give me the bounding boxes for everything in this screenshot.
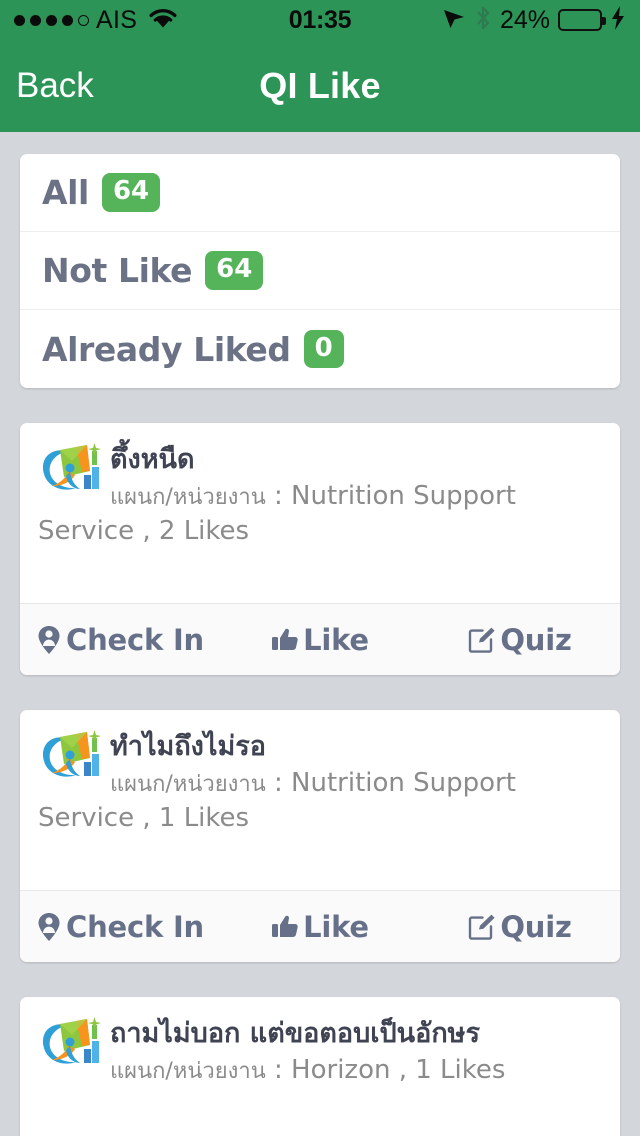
qi-item-body: ตึ้งหนืด แผนก/หน่วยงาน : Nutrition Suppo… [20,423,620,603]
qi-item-actions: Check In Like Quiz [20,603,620,675]
filter-label: Not Like [42,251,193,290]
pencil-square-icon [468,913,496,941]
check-in-button[interactable]: Check In [20,891,220,962]
carrier-label: AIS [96,5,138,34]
back-button[interactable]: Back [0,66,94,106]
qi-item-actions: Check In Like Quiz [20,890,620,962]
filter-count-badge: 64 [101,173,161,212]
qi-item-meta: แผนก/หน่วยงาน : Nutrition Support Servic… [38,766,602,836]
like-label: Like [303,622,369,657]
check-in-label: Check In [65,909,204,944]
battery-percent-label: 24% [499,5,550,34]
lightning-bolt-icon [610,5,626,35]
quiz-label: Quiz [500,622,572,657]
qi-item-card[interactable]: ถามไม่บอก แต่ขอตอบเป็นอักษร แผนก/หน่วยงา… [20,997,620,1136]
like-button[interactable]: Like [220,604,420,675]
page-title: QI Like [259,65,381,106]
wifi-icon [148,7,178,33]
filter-count-badge: 0 [303,329,344,369]
scroll-content[interactable]: All 64 Not Like 64 Already Liked 0 ตึ้งห… [0,132,640,1136]
quiz-button[interactable]: Quiz [420,604,620,675]
status-bar: AIS 01:35 24% [0,0,640,40]
map-marker-person-icon [36,625,62,655]
filter-count-badge: 64 [205,251,264,290]
thumbs-up-icon [271,914,299,940]
like-label: Like [303,909,369,944]
filter-item-all[interactable]: All 64 [20,154,620,232]
check-in-button[interactable]: Check In [20,604,220,675]
bluetooth-icon [474,5,492,35]
qi-item-body: ทำไมถึงไม่รอ แผนก/หน่วยงาน : Nutrition S… [20,710,620,890]
quiz-label: Quiz [500,909,572,944]
qi-item-title: ตึ้งหนืด [110,444,195,475]
qi-item-title: ถามไม่บอก แต่ขอตอบเป็นอักษร [110,1018,480,1049]
like-button[interactable]: Like [220,891,420,962]
qi-item-meta: แผนก/หน่วยงาน : Nutrition Support Servic… [38,479,602,549]
filter-item-not-like[interactable]: Not Like 64 [20,232,620,310]
qi-item-card[interactable]: ทำไมถึงไม่รอ แผนก/หน่วยงาน : Nutrition S… [20,710,620,962]
qi-app-logo-icon [38,1015,104,1071]
location-arrow-icon [442,6,466,34]
navigation-bar: Back QI Like [0,40,640,132]
qi-item-dept-label: แผนก/หน่วยงาน [110,1058,266,1084]
qi-item-card[interactable]: ตึ้งหนืด แผนก/หน่วยงาน : Nutrition Suppo… [20,423,620,675]
qi-item-meta-text: : Horizon , 1 Likes [265,1054,506,1085]
pencil-square-icon [468,626,496,654]
battery-icon [558,9,606,31]
qi-app-logo-icon [38,728,104,784]
qi-item-dept-label: แผนก/หน่วยงาน [110,484,266,510]
qi-item-dept-label: แผนก/หน่วยงาน [110,771,266,797]
status-bar-left: AIS [14,6,178,35]
status-bar-right: 24% [442,5,626,35]
qi-item-meta: แผนก/หน่วยงาน : Horizon , 1 Likes [38,1053,602,1088]
signal-strength-icon [14,14,89,26]
quiz-button[interactable]: Quiz [420,891,620,962]
qi-item-body: ถามไม่บอก แต่ขอตอบเป็นอักษร แผนก/หน่วยงา… [20,997,620,1136]
filter-card: All 64 Not Like 64 Already Liked 0 [20,154,620,388]
filter-item-already-liked[interactable]: Already Liked 0 [20,310,620,388]
qi-app-logo-icon [38,441,104,497]
thumbs-up-icon [271,627,299,653]
check-in-label: Check In [65,622,204,657]
filter-label: All [42,173,89,212]
map-marker-person-icon [36,912,62,942]
qi-item-title: ทำไมถึงไม่รอ [110,731,266,762]
filter-label: Already Liked [42,329,291,369]
